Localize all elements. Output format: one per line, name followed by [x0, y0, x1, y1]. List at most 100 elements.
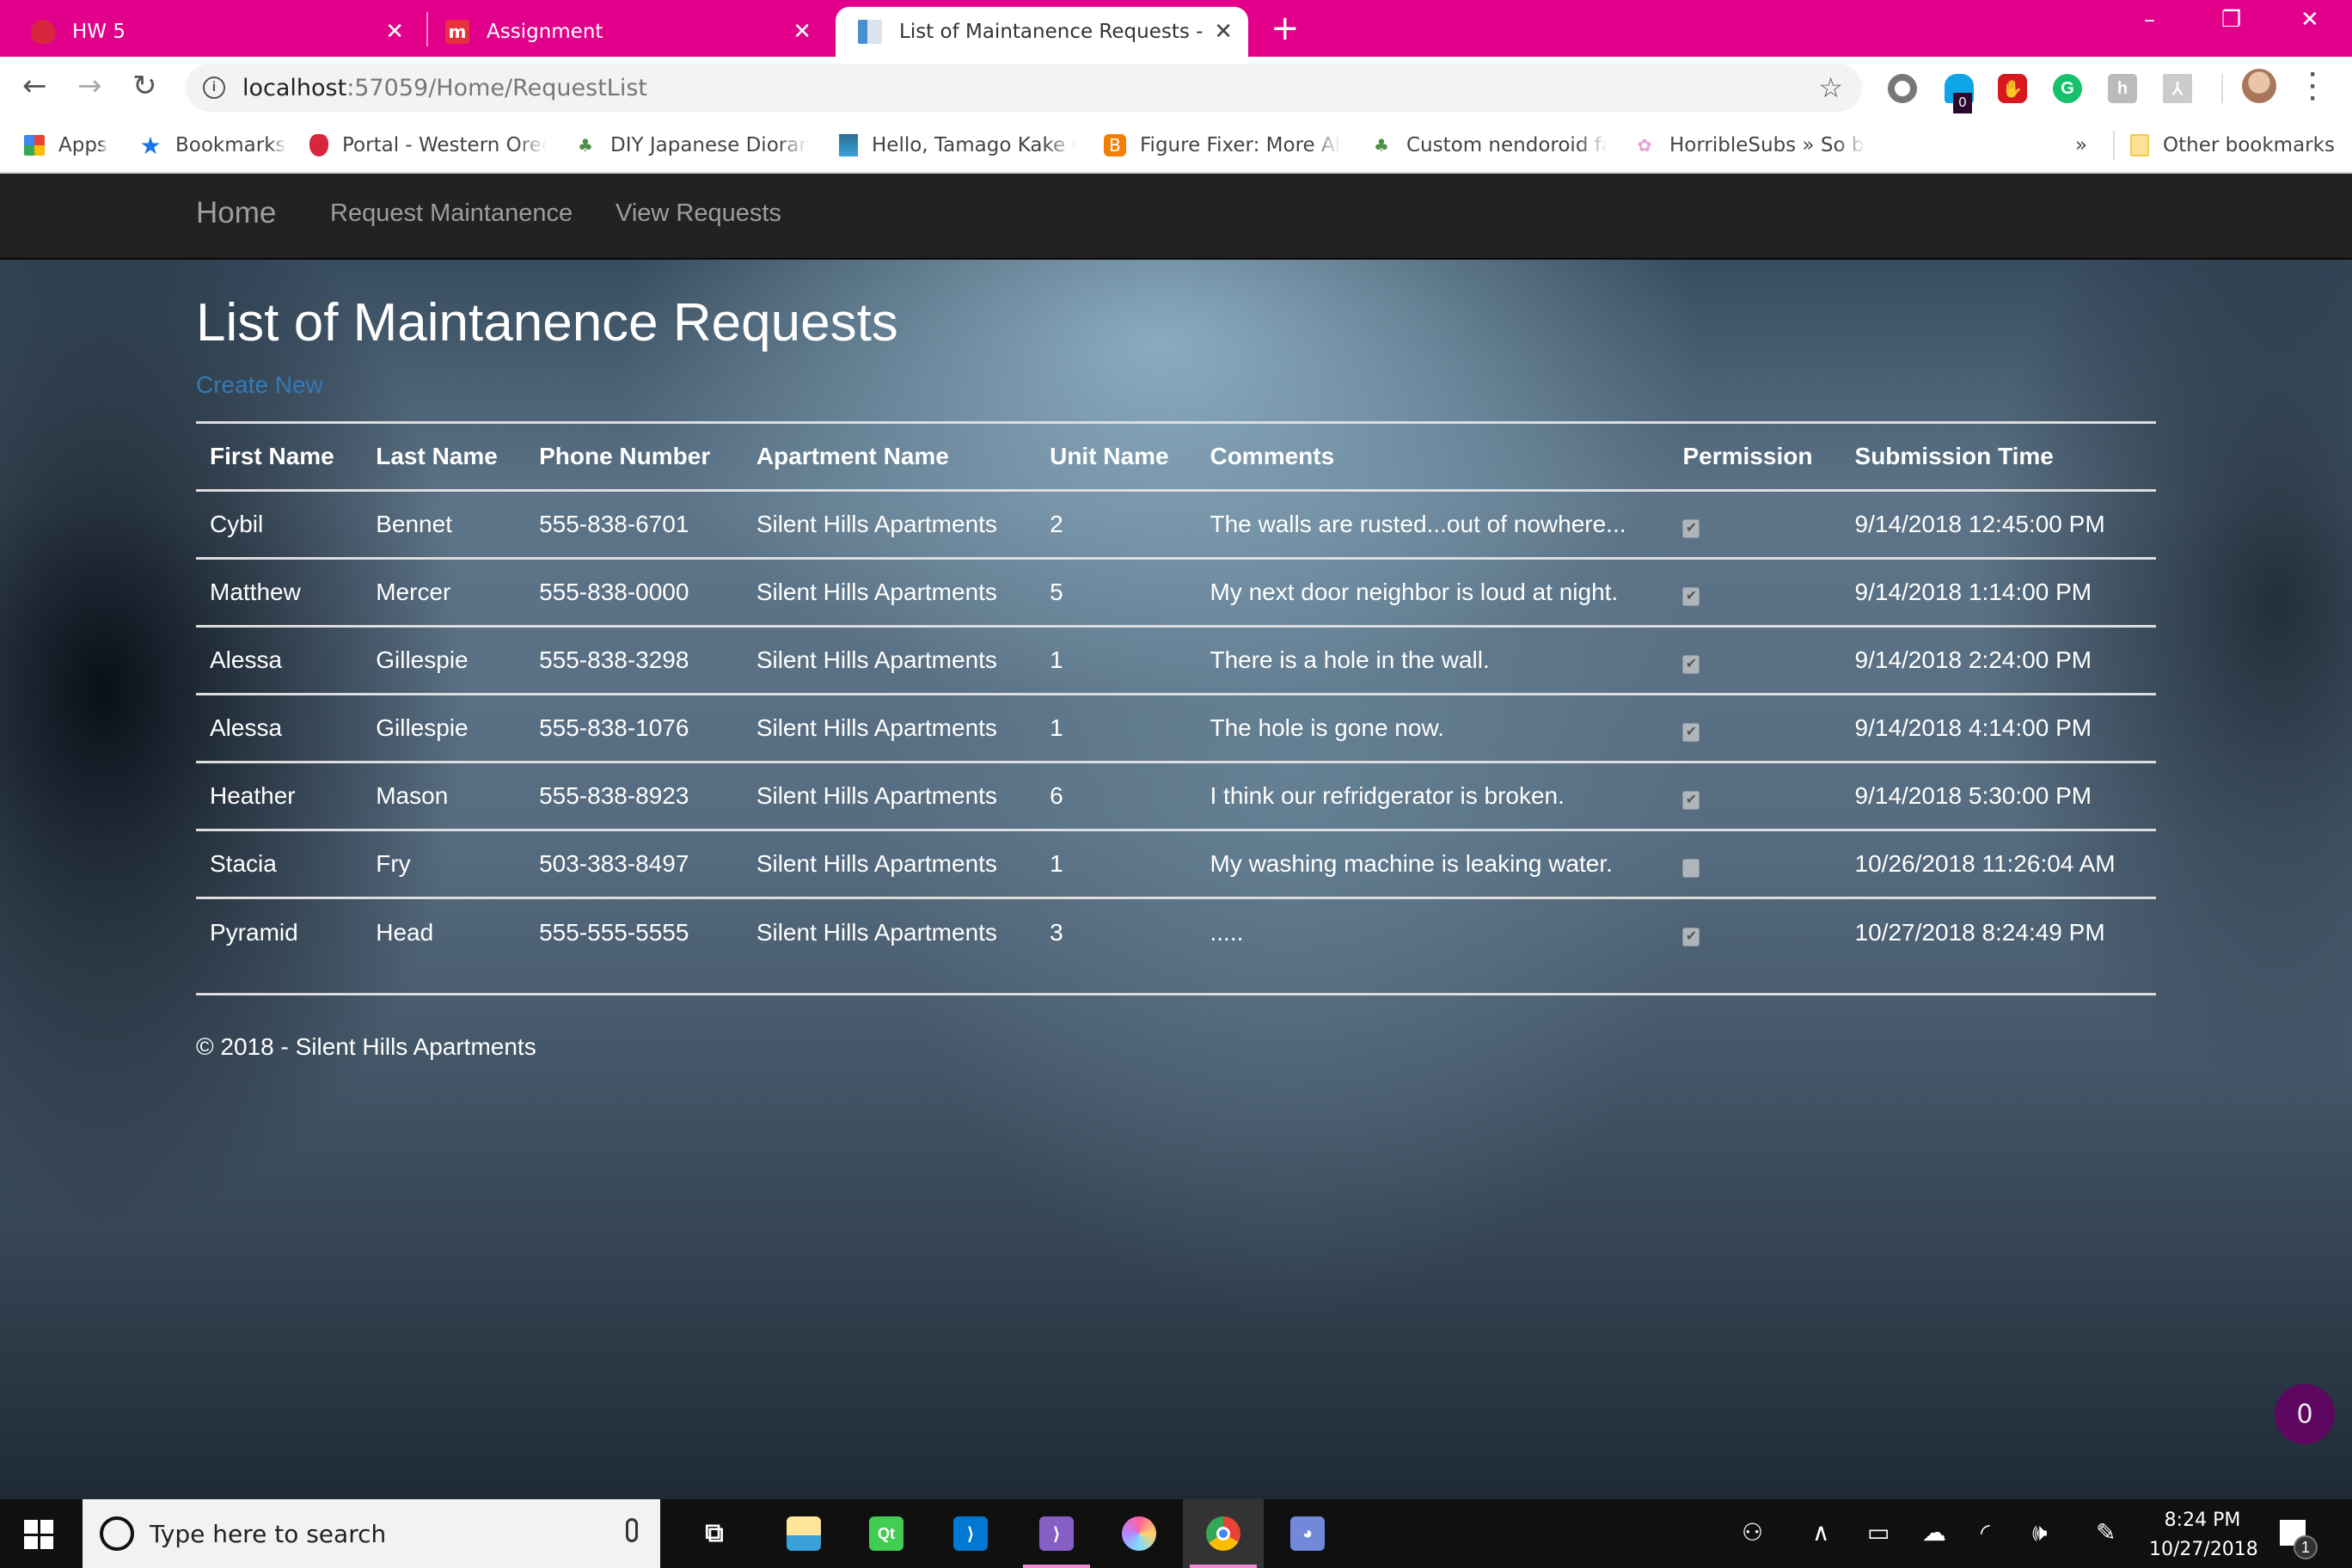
clock-date: 10/27/2018: [2149, 1539, 2258, 1560]
unit-cell: 1: [1036, 625, 1197, 695]
honey-icon[interactable]: h: [2108, 74, 2137, 103]
bookmark-tamago[interactable]: Hello, Tamago Kake G: [839, 131, 1076, 160]
bookmark-bookmarks[interactable]: ★ Bookmarks: [139, 131, 285, 160]
tab-hw5[interactable]: HW 5 ✕: [0, 7, 420, 57]
nav-link-view-requests[interactable]: View Requests: [616, 199, 781, 228]
table-row: Heather Mason 555-838-8923 Silent Hills Apa…: [196, 761, 2156, 830]
bookmark-star-icon[interactable]: ☆: [1818, 71, 1843, 104]
menu-kebab-icon[interactable]: · · ·: [2309, 62, 2318, 112]
apartment-cell: Silent Hills Apartments: [742, 625, 1037, 695]
maple-leaf-icon: ✿: [1637, 135, 1652, 156]
taskbar-visual-studio[interactable]: ⟩: [1016, 1499, 1097, 1568]
column-header: First Name: [196, 421, 363, 492]
folder-icon: [2130, 134, 2149, 156]
apartment-cell: Silent Hills Apartments: [756, 511, 997, 537]
wou-shield-icon: [31, 20, 55, 44]
address-bar[interactable]: i localhost:57059/Home/RequestList ☆: [186, 64, 1862, 112]
bookmark-other[interactable]: Other bookmarks: [2130, 131, 2335, 160]
volume-icon[interactable]: 🕪: [2032, 1518, 2048, 1547]
nav-brand-home[interactable]: Home: [196, 196, 276, 230]
wifi-icon[interactable]: ◜: [1981, 1518, 1990, 1547]
chevron-double-right-icon: »: [2075, 134, 2088, 156]
apps-grid-icon: [24, 135, 45, 156]
apartment-cell: Silent Hills Apartments: [742, 897, 1037, 966]
table-row: Matthew Mercer 555-838-0000 Silent Hills Ap…: [196, 557, 2156, 627]
close-icon[interactable]: ✕: [385, 19, 404, 45]
checkbox-checked: ✔: [1682, 791, 1700, 810]
permission-cell: ✔: [1669, 761, 1841, 830]
onedrive-sync-icon[interactable]: ☁: [1922, 1518, 1946, 1547]
permission-cell: ✔: [1669, 625, 1841, 695]
new-tab-button[interactable]: +: [1271, 9, 1300, 48]
bookmarks-overflow-button[interactable]: »: [2075, 131, 2087, 160]
restore-button[interactable]: ❐: [2221, 7, 2241, 33]
close-icon[interactable]: ✕: [793, 19, 812, 45]
tab-strip: HW 5 ✕ m Assignment ✕ List of Maintanenc…: [0, 0, 2352, 57]
permission-cell: ✔: [1669, 491, 1841, 559]
taskbar-paint[interactable]: [1099, 1499, 1179, 1568]
show-hidden-icons-chevron-icon[interactable]: ∧: [1812, 1518, 1830, 1547]
taskbar-chrome[interactable]: [1183, 1499, 1264, 1568]
circle-extension-icon[interactable]: [1888, 74, 1917, 103]
windows-taskbar: Type here to search ⧉ Qt ⟩ ⟩ ◕ ⚇ ∧ ▭ ☁ ◜…: [0, 1499, 2352, 1568]
pen-workspace-icon[interactable]: ✎: [2096, 1518, 2116, 1547]
create-new-link[interactable]: Create New: [196, 371, 323, 399]
column-header: Unit Name: [1036, 421, 1197, 492]
back-arrow-icon[interactable]: ←: [22, 69, 47, 103]
acrobat-icon[interactable]: ⅄: [2163, 74, 2192, 103]
permission-cell: ✔: [1669, 557, 1841, 627]
battery-icon[interactable]: ▭: [1867, 1518, 1890, 1547]
apartment-cell: Silent Hills Apartments: [742, 557, 1037, 627]
wou-shield-icon: [309, 134, 328, 156]
bookmark-apps[interactable]: Apps: [24, 131, 107, 160]
bookmark-figure-fixer[interactable]: B Figure Fixer: More Ab: [1104, 131, 1341, 160]
taskbar-discord[interactable]: ◕: [1267, 1499, 1348, 1568]
url-text[interactable]: localhost:57059/Home/RequestList: [242, 75, 647, 101]
unit-cell: 3: [1036, 897, 1197, 966]
comments-cell: .....: [1196, 897, 1669, 966]
bookmark-label: Hello, Tamago Kake G: [872, 134, 1076, 156]
last-name-cell: Gillespie: [362, 625, 526, 695]
nav-link-request-maintenance[interactable]: Request Maintanence: [330, 199, 573, 228]
grammarly-icon[interactable]: G: [2053, 74, 2082, 103]
comments-cell: My next door neighbor is loud at night.: [1196, 557, 1669, 627]
taskbar-task-view[interactable]: ⧉: [674, 1499, 755, 1568]
close-icon[interactable]: ✕: [1214, 19, 1233, 45]
bookmark-horriblesubs[interactable]: ✿ HorribleSubs » So ba: [1633, 131, 1865, 160]
submission-time-cell: 9/14/2018 1:14:00 PM: [1841, 557, 2156, 627]
taskbar-file-explorer[interactable]: [763, 1499, 844, 1568]
submission-time-cell: 9/14/2018 2:24:00 PM: [1841, 625, 2156, 695]
action-center-badge: 1: [2294, 1535, 2318, 1559]
windows-start-icon[interactable]: [24, 1520, 53, 1549]
info-icon[interactable]: i: [203, 77, 225, 99]
column-header: Comments: [1196, 421, 1669, 492]
taskbar-clock[interactable]: 8:24 PM 10/27/2018: [2149, 1506, 2258, 1565]
taskbar-qt-creator[interactable]: Qt: [846, 1499, 927, 1568]
url-host: localhost: [242, 74, 347, 101]
checkbox-checked: ✔: [1682, 723, 1700, 742]
bookmark-diy-diorama[interactable]: ♣ DIY Japanese Dioram: [574, 131, 808, 160]
people-icon[interactable]: ⚇: [1742, 1518, 1763, 1547]
bookmark-nendoroid[interactable]: ♣ Custom nendoroid fa: [1370, 131, 1608, 160]
submission-time-cell: 10/27/2018 8:24:49 PM: [1841, 897, 2156, 966]
last-name-cell: Mercer: [362, 557, 526, 627]
bookmark-portal[interactable]: Portal - Western Oreg: [309, 131, 547, 160]
taskbar-vs-code[interactable]: ⟩: [930, 1499, 1011, 1568]
window-close-button[interactable]: ✕: [2300, 7, 2319, 33]
microphone-icon[interactable]: [626, 1518, 638, 1542]
checkbox-unchecked: ✔: [1682, 859, 1700, 878]
bookmark-label: Other bookmarks: [2163, 134, 2335, 156]
taskbar-search-box[interactable]: Type here to search: [83, 1499, 660, 1568]
bookmark-label: Portal - Western Oreg: [342, 134, 547, 156]
forward-arrow-icon[interactable]: →: [77, 69, 102, 103]
reload-icon[interactable]: ↻: [132, 69, 157, 103]
table-row: Alessa Gillespie 555-838-1076 Silent Hills …: [196, 693, 2156, 763]
submission-time-cell: 10/26/2018 11:26:04 AM: [1841, 829, 2156, 898]
tab-request-list[interactable]: List of Maintanence Requests - M ✕: [836, 7, 1248, 57]
minimize-button[interactable]: –: [2144, 7, 2155, 33]
profile-avatar[interactable]: [2242, 69, 2276, 103]
tab-assignment[interactable]: m Assignment ✕: [414, 7, 827, 57]
trash-can-icon: [839, 134, 858, 156]
adblock-icon[interactable]: ✋: [1998, 74, 2027, 103]
notification-bubble[interactable]: 0: [2275, 1384, 2335, 1444]
